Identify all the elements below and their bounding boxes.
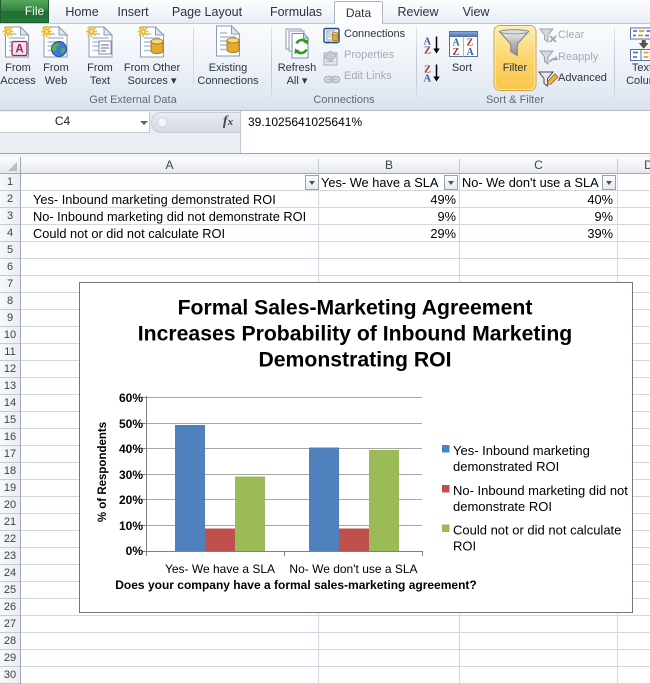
svg-text:Z: Z bbox=[453, 47, 460, 58]
svg-text:Yes- Inbound marketing: Yes- Inbound marketing bbox=[453, 443, 590, 458]
svg-text:50%: 50% bbox=[119, 417, 143, 431]
svg-text:A: A bbox=[15, 44, 23, 56]
svg-text:Could not or did not calculate: Could not or did not calculate bbox=[453, 523, 621, 538]
svg-text:Z: Z bbox=[424, 46, 431, 57]
svg-text:% of Respondents: % of Respondents bbox=[97, 422, 109, 522]
svg-text:Yes- We have a SLA: Yes- We have a SLA bbox=[165, 562, 275, 576]
svg-text:demonstrate ROI: demonstrate ROI bbox=[453, 499, 552, 514]
svg-text:ROI: ROI bbox=[453, 539, 476, 554]
svg-text:A: A bbox=[424, 74, 432, 85]
svg-text:10%: 10% bbox=[119, 519, 143, 533]
svg-text:A: A bbox=[467, 47, 475, 58]
svg-text:demonstrated ROI: demonstrated ROI bbox=[453, 459, 559, 474]
svg-text:No- Inbound marketing did not: No- Inbound marketing did not bbox=[453, 483, 628, 498]
svg-text:40%: 40% bbox=[119, 442, 143, 456]
svg-text:Demonstrating ROI: Demonstrating ROI bbox=[258, 349, 451, 372]
svg-text:30%: 30% bbox=[119, 468, 143, 482]
svg-text:Formal Sales-Marketing Agreeme: Formal Sales-Marketing Agreement bbox=[178, 297, 533, 320]
svg-text:60%: 60% bbox=[119, 391, 143, 405]
svg-text:Does your company have a forma: Does your company have a formal sales-ma… bbox=[115, 578, 476, 592]
svg-text:0%: 0% bbox=[126, 544, 144, 558]
svg-text:No- We don't use a SLA: No- We don't use a SLA bbox=[289, 562, 417, 576]
svg-text:20%: 20% bbox=[119, 493, 143, 507]
svg-text:Increases Probability of Inbou: Increases Probability of Inbound Marketi… bbox=[138, 323, 572, 346]
